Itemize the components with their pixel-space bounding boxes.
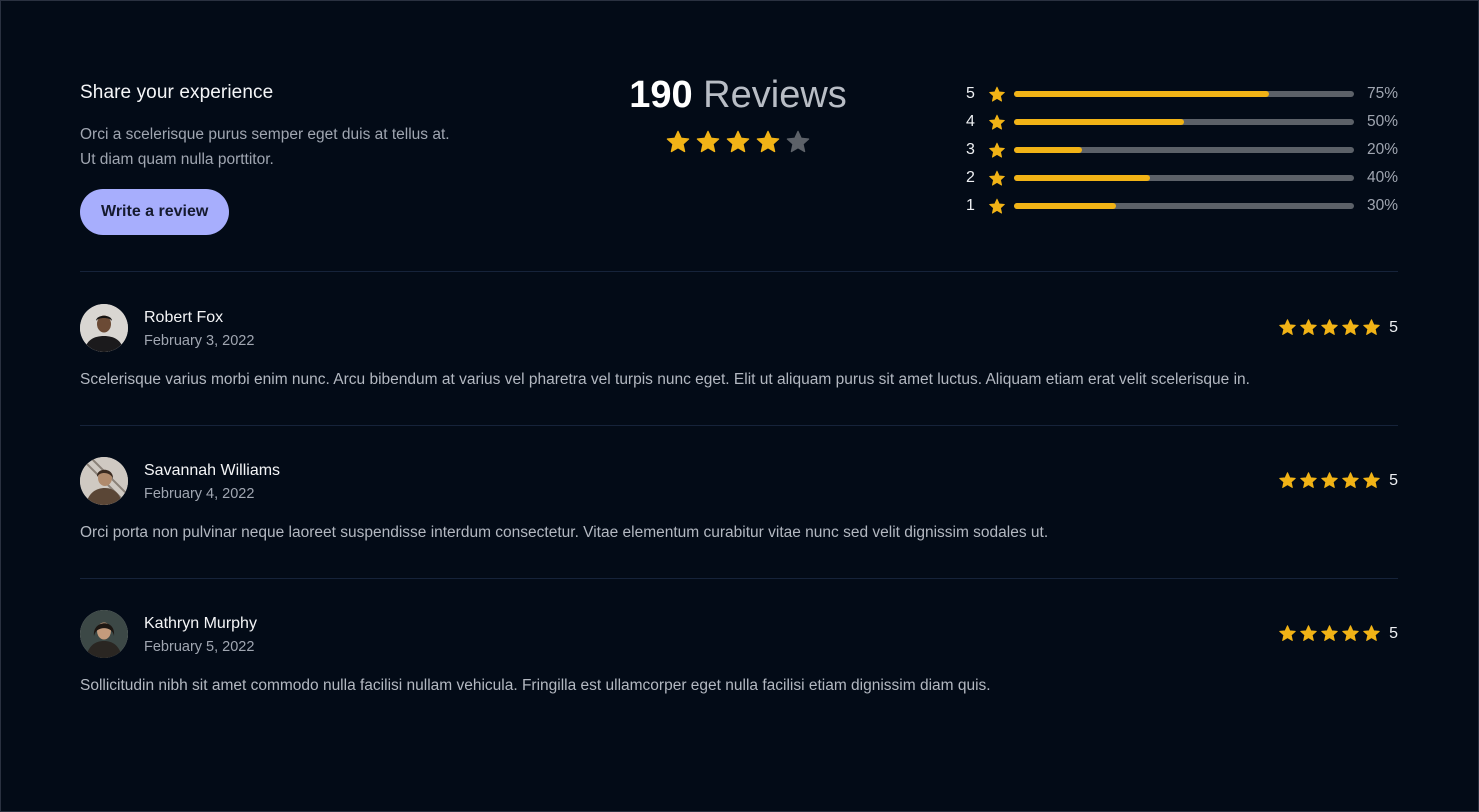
distribution-bar <box>1014 147 1354 153</box>
distribution-row: 5 75% <box>966 80 1398 108</box>
review-rating: 5 <box>1278 471 1398 490</box>
star-icon <box>1321 625 1338 641</box>
distribution-bar-fill <box>1014 91 1269 97</box>
review-stars <box>1278 471 1381 490</box>
share-description-line: Ut diam quam nulla porttitor. <box>80 151 274 168</box>
distribution-row: 3 20% <box>966 136 1398 164</box>
star-icon <box>988 169 1006 187</box>
star-icon <box>988 197 1006 215</box>
star-icon <box>988 113 1006 131</box>
star-icon <box>989 114 1005 130</box>
star-icon <box>1363 472 1380 488</box>
avatar[interactable] <box>80 610 128 658</box>
reviewer-name: Robert Fox <box>144 309 224 326</box>
distribution-percent: 30% <box>1366 197 1398 214</box>
review-date: February 5, 2022 <box>144 639 255 655</box>
review-date: February 4, 2022 <box>144 486 255 502</box>
distribution-bar <box>1014 91 1354 97</box>
review-score: 5 <box>1389 318 1398 336</box>
review-count: 190 <box>629 74 693 116</box>
avatar[interactable] <box>80 457 128 505</box>
total-reviews-heading: 190 Reviews <box>628 74 848 117</box>
star-icon <box>1279 625 1296 641</box>
distribution-star-count: 4 <box>966 113 975 130</box>
star-icon <box>989 86 1005 102</box>
review-count-label: Reviews <box>703 74 847 116</box>
review-score: 5 <box>1389 471 1398 489</box>
review-text: Orci porta non pulvinar neque laoreet su… <box>80 524 1049 541</box>
distribution-bar-fill <box>1014 119 1184 125</box>
average-rating-stars <box>628 129 848 155</box>
write-review-button[interactable]: Write a review <box>80 189 230 235</box>
distribution-row: 1 30% <box>966 192 1398 220</box>
star-icon <box>1363 625 1380 641</box>
star-icon <box>1321 319 1338 335</box>
distribution-bar-fill <box>1014 147 1082 153</box>
review-rating: 5 <box>1278 624 1398 643</box>
distribution-star-count: 3 <box>966 141 975 158</box>
rating-distribution: 5 75% 4 50% 3 20% 2 40% 1 30% <box>966 80 1398 220</box>
divider <box>80 425 1398 426</box>
distribution-bar <box>1014 203 1354 209</box>
star-icon <box>988 141 1006 159</box>
review-text: Sollicitudin nibh sit amet commodo nulla… <box>80 677 991 694</box>
star-icon <box>1342 472 1359 488</box>
avatar[interactable] <box>80 304 128 352</box>
distribution-star-count: 1 <box>966 197 975 214</box>
distribution-row: 2 40% <box>966 164 1398 192</box>
star-icon <box>1279 472 1296 488</box>
distribution-percent: 50% <box>1366 113 1398 130</box>
distribution-percent: 40% <box>1366 169 1398 186</box>
review-score: 5 <box>1389 624 1398 642</box>
distribution-star-count: 5 <box>966 85 975 102</box>
share-panel: Share your experience Orci a scelerisque… <box>80 82 540 235</box>
share-title: Share your experience <box>80 82 274 103</box>
star-icon <box>988 85 1006 103</box>
divider <box>80 578 1398 579</box>
star-icon <box>696 130 720 153</box>
review-stars <box>1278 624 1381 643</box>
review-rating: 5 <box>1278 318 1398 337</box>
share-description-line: Orci a scelerisque purus semper eget dui… <box>80 126 450 143</box>
review-stars <box>1278 318 1381 337</box>
star-icon <box>1279 319 1296 335</box>
star-icon <box>989 170 1005 186</box>
star-icon <box>666 130 690 153</box>
star-icon <box>1342 319 1359 335</box>
star-icon <box>1300 472 1317 488</box>
review-date: February 3, 2022 <box>144 333 255 349</box>
star-icon <box>1321 472 1338 488</box>
divider <box>80 271 1398 272</box>
star-icon <box>1300 625 1317 641</box>
star-icon <box>756 130 780 153</box>
star-icon <box>989 142 1005 158</box>
review-text: Scelerisque varius morbi enim nunc. Arcu… <box>80 371 1250 388</box>
share-description: Orci a scelerisque purus semper eget dui… <box>80 122 540 172</box>
star-icon <box>1363 319 1380 335</box>
distribution-bar <box>1014 119 1354 125</box>
distribution-bar-fill <box>1014 175 1150 181</box>
total-reviews: 190 Reviews <box>628 74 848 155</box>
star-icon <box>786 130 810 153</box>
reviewer-name: Savannah Williams <box>144 462 281 479</box>
distribution-star-count: 2 <box>966 169 975 186</box>
distribution-percent: 75% <box>1366 85 1398 102</box>
star-icon <box>1300 319 1317 335</box>
star-icon <box>726 130 750 153</box>
distribution-row: 4 50% <box>966 108 1398 136</box>
reviewer-name: Kathryn Murphy <box>144 615 257 632</box>
distribution-bar <box>1014 175 1354 181</box>
distribution-percent: 20% <box>1366 141 1398 158</box>
star-icon <box>989 198 1005 214</box>
star-icon <box>1342 625 1359 641</box>
distribution-bar-fill <box>1014 203 1116 209</box>
